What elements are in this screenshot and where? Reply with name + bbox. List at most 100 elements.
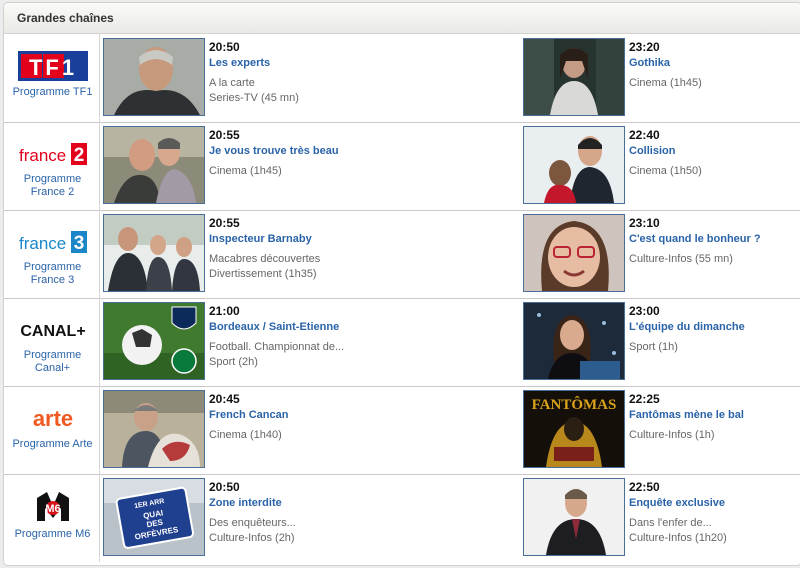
channel-cell: CANAL+ Programme Canal+ xyxy=(4,298,100,386)
france-3-logo[interactable]: france 3 xyxy=(17,224,89,258)
channel-row-tf1: TF1 Programme TF1 20:50 Les experts A la… xyxy=(4,34,800,123)
svg-text:TF1: TF1 xyxy=(29,55,77,80)
channel-row-m6: M6 Programme M6 1ER ARR QUAI DES ORFÈVRE… xyxy=(4,474,800,562)
program-detail: Cinema (1h50) xyxy=(629,165,702,177)
program-detail: Cinema (1h45) xyxy=(629,77,702,89)
program-detail: Macabres découvertes xyxy=(209,253,321,265)
channel-link-text[interactable]: Programme M6 xyxy=(6,528,99,541)
program-detail: Cinema (1h40) xyxy=(209,429,282,441)
france-2-logo[interactable]: france 2 xyxy=(17,136,89,170)
program-title-link[interactable]: Collision xyxy=(629,144,800,158)
programme-arte-link[interactable]: Programme Arte xyxy=(6,438,99,451)
program-thumbnail-collision[interactable] xyxy=(523,126,625,204)
program-title-link[interactable]: Enquête exclusive xyxy=(629,496,800,510)
programme-france-3-link[interactable]: Programme France 3 xyxy=(6,261,99,287)
program-entry: 21:00 Bordeaux / Saint-Etienne Football.… xyxy=(209,304,509,370)
channel-cell: TF1 Programme TF1 xyxy=(4,34,100,122)
program-title-link[interactable]: L'équipe du dimanche xyxy=(629,320,800,334)
program-detail: Sport (2h) xyxy=(209,356,258,368)
svg-text:france: france xyxy=(19,234,66,253)
program-title-link[interactable]: French Cancan xyxy=(209,408,509,422)
program-title-link[interactable]: Bordeaux / Saint-Etienne xyxy=(209,320,509,334)
channel-link-text[interactable]: France 2 xyxy=(6,186,99,199)
program-detail: Series-TV (45 mn) xyxy=(209,92,299,104)
program-entry: 20:50 Zone interdite Des enquêteurs... C… xyxy=(209,480,509,546)
program-thumbnail-cest-quand-le-bonheur[interactable] xyxy=(523,214,625,292)
channel-link-text[interactable]: Programme Arte xyxy=(6,438,99,451)
channel-cell: arte Programme Arte xyxy=(4,386,100,474)
program-detail: Culture-Infos (1h20) xyxy=(629,532,727,544)
program-detail: Sport (1h) xyxy=(629,341,678,353)
canal-plus-logo[interactable]: CANAL+ xyxy=(17,312,89,346)
program-title-link[interactable]: Inspecteur Barnaby xyxy=(209,232,509,246)
program-thumbnail-fantomas-mene-le-bal[interactable]: FANTÔMAS xyxy=(523,390,625,468)
channel-row-canal-plus: CANAL+ Programme Canal+ 21:00 Bordeaux /… xyxy=(4,298,800,387)
program-entry: 20:50 Les experts A la carte Series-TV (… xyxy=(209,40,509,106)
program-entry: 23:20 Gothika Cinema (1h45) xyxy=(629,40,800,91)
programme-canal-plus-link[interactable]: Programme Canal+ xyxy=(6,349,99,375)
program-thumbnail-enquete-exclusive[interactable] xyxy=(523,478,625,556)
channel-link-text[interactable]: Canal+ xyxy=(6,362,99,375)
program-entry: 20:45 French Cancan Cinema (1h40) xyxy=(209,392,509,443)
program-entry: 23:10 C'est quand le bonheur ? Culture-I… xyxy=(629,216,800,267)
svg-text:2: 2 xyxy=(74,145,85,166)
program-detail: Football. Championnat de... xyxy=(209,341,345,353)
program-time: 22:50 xyxy=(629,480,660,494)
program-title-link[interactable]: Je vous trouve très beau xyxy=(209,144,509,158)
channel-row-france-3: france 3 Programme France 3 20:55 Inspec… xyxy=(4,210,800,299)
program-time: 21:00 xyxy=(209,304,240,318)
channel-row-france-2: france 2 Programme France 2 20:55 Je vou… xyxy=(4,122,800,211)
channel-link-text[interactable]: Programme xyxy=(6,349,99,362)
program-entry: 22:25 Fantômas mène le bal Culture-Infos… xyxy=(629,392,800,443)
programme-tf1-link[interactable]: Programme TF1 xyxy=(6,86,99,99)
channel-cell: M6 Programme M6 xyxy=(4,474,100,562)
program-entry: 22:40 Collision Cinema (1h50) xyxy=(629,128,800,179)
panel-header: Grandes chaînes xyxy=(4,3,800,34)
program-detail: Des enquêteurs... xyxy=(209,517,296,529)
program-entry: 20:55 Inspecteur Barnaby Macabres découv… xyxy=(209,216,509,282)
program-title-link[interactable]: Zone interdite xyxy=(209,496,509,510)
channel-link-text[interactable]: France 3 xyxy=(6,274,99,287)
programme-france-2-link[interactable]: Programme France 2 xyxy=(6,173,99,199)
program-thumbnail-bordeaux-saint-etienne[interactable] xyxy=(103,302,205,380)
program-time: 23:10 xyxy=(629,216,660,230)
channel-link-text[interactable]: Programme xyxy=(6,173,99,186)
program-entry: 22:50 Enquête exclusive Dans l'enfer de.… xyxy=(629,480,800,546)
svg-text:arte: arte xyxy=(33,406,73,431)
channel-cell: france 2 Programme France 2 xyxy=(4,122,100,210)
program-detail: Culture-Infos (1h) xyxy=(629,429,715,441)
program-time: 20:55 xyxy=(209,216,240,230)
program-title-link[interactable]: C'est quand le bonheur ? xyxy=(629,232,800,246)
program-detail: A la carte xyxy=(209,77,255,89)
program-title-link[interactable]: Les experts xyxy=(209,56,509,70)
channel-link-text[interactable]: Programme TF1 xyxy=(6,86,99,99)
program-thumbnail-lequipe-du-dimanche[interactable] xyxy=(523,302,625,380)
program-thumbnail-french-cancan[interactable] xyxy=(103,390,205,468)
m6-logo[interactable]: M6 xyxy=(17,488,89,522)
svg-text:FANTÔMAS: FANTÔMAS xyxy=(532,396,617,413)
tf1-logo[interactable]: TF1 xyxy=(17,48,89,82)
channel-row-arte: arte Programme Arte 20:45 French Cancan … xyxy=(4,386,800,475)
program-thumbnail-zone-interdite[interactable]: 1ER ARR QUAI DES ORFÈVRES xyxy=(103,478,205,556)
program-title-link[interactable]: Gothika xyxy=(629,56,800,70)
program-time: 20:50 xyxy=(209,480,240,494)
program-entry: 23:00 L'équipe du dimanche Sport (1h) xyxy=(629,304,800,355)
program-detail: Cinema (1h45) xyxy=(209,165,282,177)
program-detail: Dans l'enfer de... xyxy=(629,517,712,529)
programme-m6-link[interactable]: Programme M6 xyxy=(6,528,99,541)
svg-text:3: 3 xyxy=(74,233,85,254)
program-thumbnail-inspecteur-barnaby[interactable] xyxy=(103,214,205,292)
svg-text:CANAL+: CANAL+ xyxy=(20,323,85,340)
program-time: 20:55 xyxy=(209,128,240,142)
program-thumbnail-les-experts[interactable] xyxy=(103,38,205,116)
grandes-chaines-panel: Grandes chaînes TF1 Programme TF1 20:50 … xyxy=(3,2,800,566)
program-thumbnail-je-vous-trouve-tres-beau[interactable] xyxy=(103,126,205,204)
program-time: 23:00 xyxy=(629,304,660,318)
program-detail: Culture-Infos (55 mn) xyxy=(629,253,733,265)
program-title-link[interactable]: Fantômas mène le bal xyxy=(629,408,800,422)
arte-logo[interactable]: arte xyxy=(17,400,89,434)
section-title: Grandes chaînes xyxy=(17,11,114,25)
channel-link-text[interactable]: Programme xyxy=(6,261,99,274)
program-time: 22:25 xyxy=(629,392,660,406)
program-thumbnail-gothika[interactable] xyxy=(523,38,625,116)
